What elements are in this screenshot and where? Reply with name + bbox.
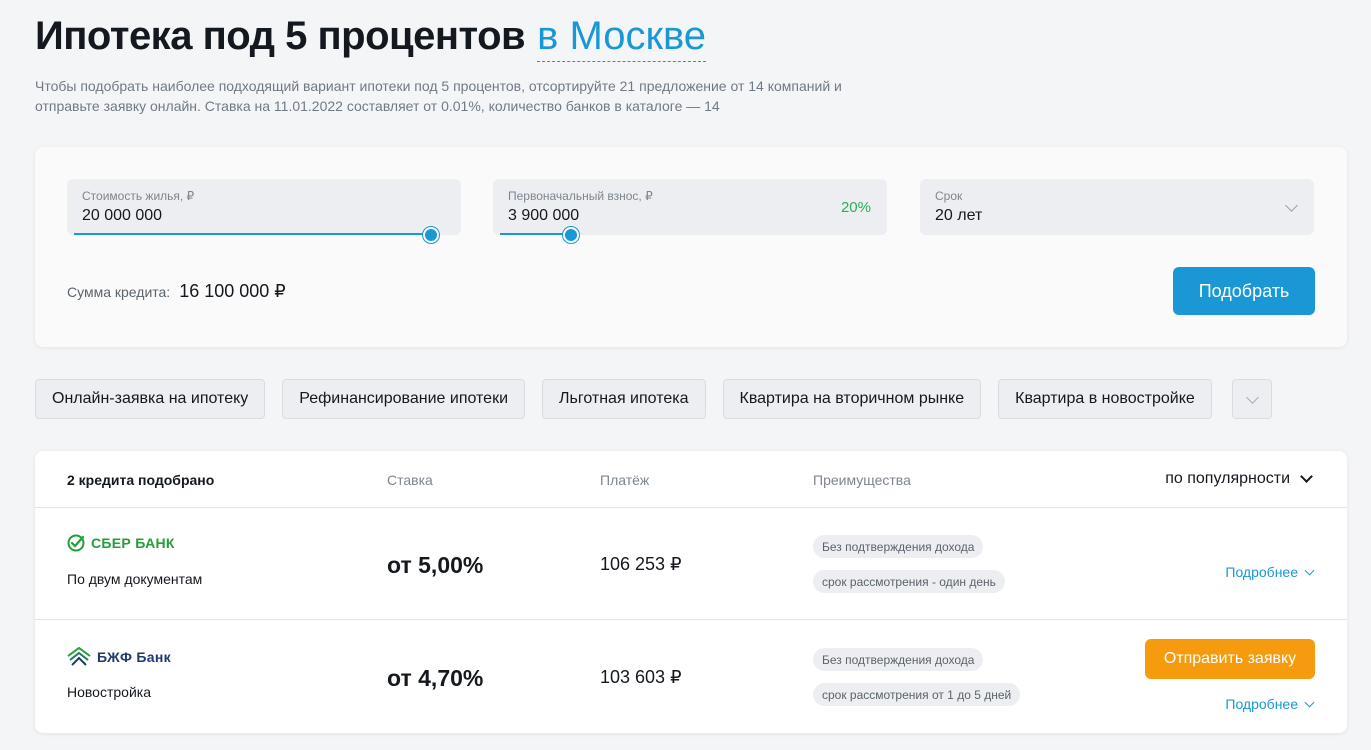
sort-label: по популярности (1165, 470, 1290, 487)
down-payment-label: Первоначальный взнос, ₽ (508, 189, 653, 203)
term-value[interactable]: 20 лет (935, 207, 982, 225)
price-value[interactable]: 20 000 000 (82, 207, 162, 225)
price-label: Стоимость жилья, ₽ (82, 189, 195, 203)
column-payment: Платёж (600, 472, 650, 488)
benefit-badge: срок рассмотрения от 1 до 5 дней (813, 683, 1021, 706)
results-header: 2 кредита подобрано Ставка Платёж Преиму… (35, 451, 1347, 508)
sber-check-icon (67, 534, 85, 552)
results-table: 2 кредита подобрано Ставка Платёж Преиму… (35, 451, 1347, 733)
results-count: 2 кредита подобрано (67, 472, 215, 488)
payment-value: 103 603 ₽ (600, 667, 682, 687)
filter-chip-preferential[interactable]: Льготная ипотека (542, 379, 706, 419)
term-label: Срок (935, 189, 963, 203)
rate-value: от 5,00% (387, 552, 484, 578)
down-payment-field[interactable]: Первоначальный взнос, ₽ 3 900 000 20% (493, 179, 887, 243)
send-application-button[interactable]: Отправить заявку (1145, 639, 1315, 679)
chevron-down-icon (1300, 470, 1313, 483)
table-row: БЖФ Банк Новостройка от 4,70% 103 603 ₽ … (35, 621, 1347, 733)
bjf-roof-icon (67, 647, 91, 666)
details-label: Подробнее (1225, 564, 1298, 580)
details-link[interactable]: Подробнее (1225, 564, 1315, 580)
details-link[interactable]: Подробнее (1225, 696, 1315, 712)
loan-sum-label: Сумма кредита: (67, 284, 171, 300)
down-payment-value[interactable]: 3 900 000 (508, 207, 579, 225)
price-field[interactable]: Стоимость жилья, ₽ 20 000 000 (67, 179, 461, 243)
more-filters-button[interactable] (1231, 379, 1272, 419)
rate-value: от 4,70% (387, 665, 484, 691)
pick-button[interactable]: Подобрать (1173, 267, 1315, 315)
mortgage-calculator: Стоимость жилья, ₽ 20 000 000 Первоначал… (35, 147, 1347, 347)
bank-name: БЖФ Банк (97, 649, 171, 665)
city-selector[interactable]: в Москве (537, 14, 707, 62)
down-payment-percent: 20% (840, 199, 871, 216)
chevron-down-icon (1304, 565, 1315, 575)
title-row: Ипотека под 5 процентов в Москве (35, 14, 707, 62)
sber-logo: СБЕР БАНК (67, 534, 175, 552)
filter-chip-refinancing[interactable]: Рефинансирование ипотеки (282, 379, 526, 419)
sort-dropdown[interactable]: по популярности (1165, 470, 1313, 488)
program-name: По двум документам (67, 571, 203, 587)
filter-chip-online[interactable]: Онлайн-заявка на ипотеку (35, 379, 266, 419)
bjf-logo: БЖФ Банк (67, 647, 171, 667)
table-row: СБЕР БАНК По двум документам от 5,00% 10… (35, 508, 1347, 620)
price-slider-handle[interactable] (423, 227, 439, 243)
filter-chip-secondary[interactable]: Квартира на вторичном рынке (722, 379, 982, 419)
payment-value: 106 253 ₽ (600, 554, 682, 574)
bank-name: СБЕР БАНК (91, 535, 175, 551)
loan-sum-value: 16 100 000 ₽ (179, 281, 286, 301)
down-payment-slider-track[interactable] (500, 233, 572, 235)
page-title: Ипотека под 5 процентов (35, 14, 526, 58)
program-name: Новостройка (67, 684, 151, 700)
column-rate: Ставка (387, 472, 433, 488)
page-description: Чтобы подобрать наиболее подходящий вари… (35, 78, 842, 114)
details-label: Подробнее (1225, 696, 1298, 712)
chevron-down-icon (1304, 697, 1315, 707)
chevron-down-icon[interactable] (1285, 199, 1298, 212)
loan-sum: Сумма кредита: 16 100 000 ₽ (67, 281, 286, 302)
benefit-badge: Без подтверждения дохода (813, 535, 984, 558)
filter-chips: Онлайн-заявка на ипотеку Рефинансировани… (35, 379, 1272, 419)
filter-chip-new-building[interactable]: Квартира в новостройке (998, 379, 1212, 419)
column-benefits: Преимущества (813, 472, 911, 488)
down-payment-slider-handle[interactable] (563, 227, 580, 243)
term-select[interactable]: Срок 20 лет (920, 179, 1314, 235)
benefit-badge: Без подтверждения дохода (813, 648, 984, 671)
price-slider-track[interactable] (74, 233, 431, 235)
benefit-badge: срок рассмотрения - один день (813, 570, 1005, 593)
